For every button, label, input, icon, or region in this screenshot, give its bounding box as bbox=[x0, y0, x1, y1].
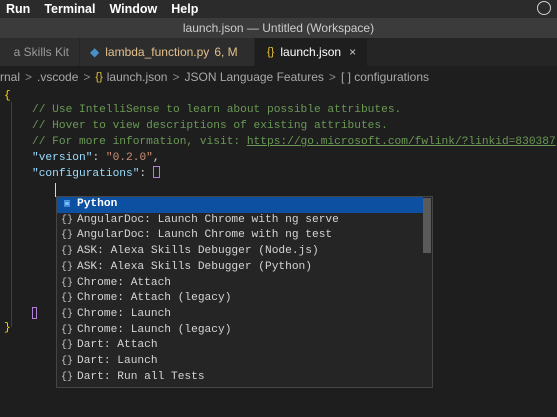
account-icon[interactable] bbox=[537, 1, 551, 15]
snippet-icon: ▣ bbox=[63, 199, 71, 210]
code-line: } bbox=[4, 320, 11, 336]
tab-launch-json[interactable]: {} launch.json × bbox=[255, 38, 368, 66]
tab-lambda-function[interactable]: ◆ lambda_function.py 6, M bbox=[80, 38, 255, 66]
suggestion-label: Dart: Launch bbox=[77, 355, 158, 367]
breadcrumb-item-json-features[interactable]: JSON Language Features bbox=[185, 70, 324, 84]
suggest-widget: ▣ Python {} AngularDoc: Launch Chrome wi… bbox=[56, 196, 433, 388]
braces-icon: {} bbox=[60, 324, 73, 336]
comment-line: // For more information, visit: bbox=[32, 136, 247, 148]
code-line: // Hover to view descriptions of existin… bbox=[32, 118, 388, 134]
suggestion-item[interactable]: {} Dart: Launch bbox=[57, 354, 423, 370]
tab-skills-kit[interactable]: a Skills Kit bbox=[0, 38, 80, 66]
braces-icon: {} bbox=[60, 340, 73, 352]
code-line: "version": "0.2.0", bbox=[32, 152, 160, 164]
breadcrumb-item-configurations[interactable]: [ ] configurations bbox=[341, 70, 429, 84]
menu-window[interactable]: Window bbox=[103, 2, 165, 16]
matched-bracket-close bbox=[32, 307, 37, 319]
comment-line: // Use IntelliSense to learn about possi… bbox=[32, 104, 402, 116]
braces-icon: {} bbox=[60, 277, 73, 289]
suggestion-label: Chrome: Attach bbox=[77, 276, 171, 289]
json-key: "configurations" bbox=[32, 168, 140, 180]
indent-guide bbox=[11, 102, 12, 327]
suggestion-item[interactable]: {} AngularDoc: Launch Chrome with ng tes… bbox=[57, 228, 423, 244]
json-file-icon: {} bbox=[267, 46, 275, 58]
braces-icon: {} bbox=[60, 246, 73, 258]
suggestion-label: Chrome: Launch (legacy) bbox=[77, 323, 232, 336]
suggestion-item[interactable]: {} ASK: Alexa Skills Debugger (Node.js) bbox=[57, 244, 423, 260]
suggestion-item[interactable]: {} Chrome: Launch (legacy) bbox=[57, 323, 423, 339]
json-string: "0.2.0" bbox=[105, 152, 153, 164]
breadcrumb-separator: > bbox=[83, 70, 91, 84]
suggestion-label: Chrome: Launch bbox=[77, 307, 171, 320]
breadcrumb-item-terminal[interactable]: rnal bbox=[0, 70, 20, 84]
menu-help[interactable]: Help bbox=[165, 2, 206, 16]
breadcrumb-separator: > bbox=[328, 70, 336, 84]
braces-icon: {} bbox=[60, 293, 73, 305]
breadcrumb-item-vscode[interactable]: .vscode bbox=[37, 70, 78, 84]
matched-bracket bbox=[152, 166, 160, 178]
suggestion-item[interactable]: {} Chrome: Attach bbox=[57, 276, 423, 292]
braces-icon: {} bbox=[60, 371, 73, 383]
code-line: { bbox=[4, 88, 11, 104]
open-brace: { bbox=[4, 90, 11, 102]
braces-icon: {} bbox=[60, 356, 73, 367]
json-key: "version" bbox=[32, 152, 93, 164]
window-title-bar: launch.json — Untitled (Workspace) bbox=[0, 18, 557, 38]
suggestion-item[interactable]: ▣ Python bbox=[57, 197, 423, 213]
tab-label: lambda_function.py bbox=[105, 45, 210, 59]
suggestion-label: AngularDoc: Launch Chrome with ng test bbox=[77, 229, 333, 242]
code-line: // For more information, visit: https://… bbox=[32, 134, 556, 150]
suggestion-label: ASK: Alexa Skills Debugger (Node.js) bbox=[77, 245, 319, 258]
suggestion-label: Dart: Attach bbox=[77, 339, 158, 352]
suggest-scrollbar[interactable] bbox=[423, 198, 431, 253]
tab-problem-badge: 6, M bbox=[214, 45, 238, 59]
suggestion-label: AngularDoc: Launch Chrome with ng serve bbox=[77, 213, 339, 226]
docs-link[interactable]: https://go.microsoft.com/fwlink/?linkid=… bbox=[247, 136, 556, 148]
suggestion-label: Python bbox=[77, 198, 118, 210]
tab-label: launch.json bbox=[280, 45, 342, 59]
breadcrumb-separator: > bbox=[172, 70, 180, 84]
code-line: "configurations": bbox=[32, 166, 160, 182]
window-title: launch.json — Untitled (Workspace) bbox=[182, 21, 375, 35]
suggestion-item[interactable]: {} Dart: Attach bbox=[57, 338, 423, 354]
braces-icon: {} bbox=[60, 230, 73, 242]
menu-bar: Run Terminal Window Help bbox=[0, 0, 557, 18]
code-line: // Use IntelliSense to learn about possi… bbox=[32, 102, 401, 118]
json-file-icon: {} bbox=[95, 71, 103, 83]
braces-icon: {} bbox=[60, 214, 73, 226]
suggestion-item[interactable]: {} Chrome: Launch bbox=[57, 307, 423, 323]
menu-run[interactable]: Run bbox=[0, 2, 38, 16]
comment-line: // Hover to view descriptions of existin… bbox=[32, 120, 388, 132]
breadcrumb: rnal > .vscode > {} launch.json > JSON L… bbox=[0, 66, 557, 88]
menu-terminal[interactable]: Terminal bbox=[38, 2, 103, 16]
suggestion-item[interactable]: {} Dart: Run all Tests bbox=[57, 370, 423, 386]
tab-label: a Skills Kit bbox=[13, 45, 69, 59]
suggestion-label: ASK: Alexa Skills Debugger (Python) bbox=[77, 260, 312, 273]
python-file-icon: ◆ bbox=[90, 45, 100, 59]
text-cursor bbox=[55, 183, 56, 197]
suggestion-label: Dart: Run all Tests bbox=[77, 370, 205, 383]
close-icon[interactable]: × bbox=[349, 45, 356, 59]
close-brace: } bbox=[4, 322, 11, 334]
breadcrumb-item-launch-json[interactable]: launch.json bbox=[107, 70, 168, 84]
suggestion-label: Chrome: Attach (legacy) bbox=[77, 292, 232, 305]
editor-tabs: a Skills Kit ◆ lambda_function.py 6, M {… bbox=[0, 38, 557, 66]
suggestion-item[interactable]: {} AngularDoc: Launch Chrome with ng ser… bbox=[57, 213, 423, 229]
braces-icon: {} bbox=[60, 261, 73, 273]
suggestion-item[interactable]: {} Chrome: Attach (legacy) bbox=[57, 291, 423, 307]
breadcrumb-separator: > bbox=[25, 70, 33, 84]
braces-icon: {} bbox=[60, 308, 73, 320]
suggestion-item[interactable]: {} ASK: Alexa Skills Debugger (Python) bbox=[57, 260, 423, 276]
